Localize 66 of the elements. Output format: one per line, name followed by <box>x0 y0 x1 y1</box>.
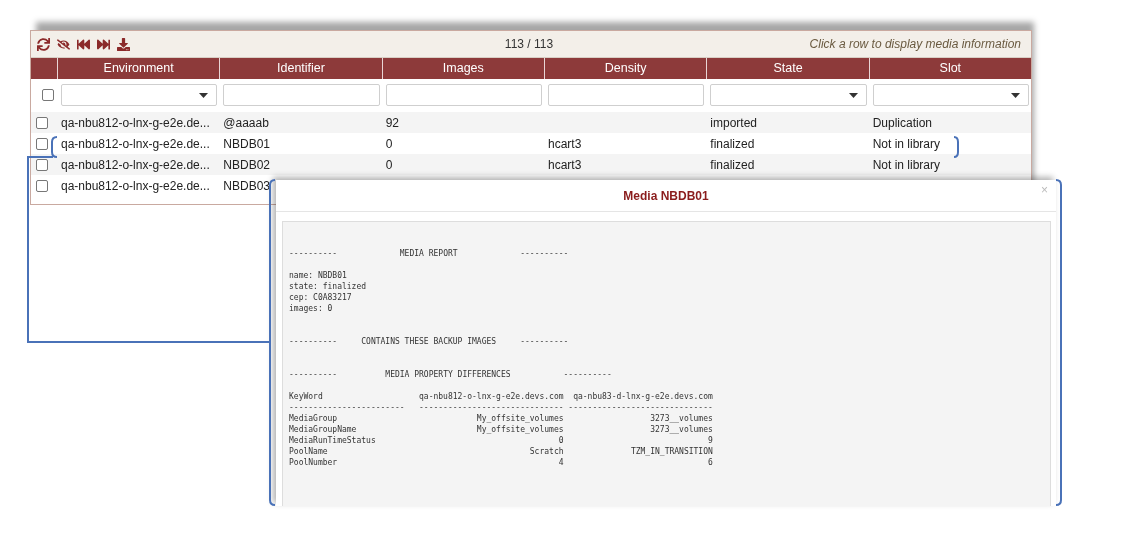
dialog-title: Media NBDB01 <box>623 188 709 203</box>
filter-field[interactable] <box>548 84 705 106</box>
hint-text: Click a row to display media information <box>809 37 1021 51</box>
report-cell: 3273__volumes <box>650 413 713 424</box>
filter-field[interactable] <box>223 84 380 106</box>
table-cell: 0 <box>381 154 544 175</box>
report-line: cep: C0A83217 <box>289 292 353 303</box>
column-header[interactable]: State <box>706 58 869 79</box>
skip-forward-icon[interactable] <box>97 37 110 51</box>
report-cell-text: KeyWord <box>289 391 324 402</box>
column-header[interactable]: Density <box>544 58 707 79</box>
report-cell: qa-nbu83-d-lnx-g-e2e.devs.com <box>573 391 713 402</box>
report-line: name: NBDB01 <box>289 270 348 281</box>
refresh-icon[interactable] <box>37 37 50 51</box>
report-cell: 4 <box>558 457 564 468</box>
table-cell: Duplication <box>868 112 1031 133</box>
column-header[interactable]: Identifier <box>219 58 382 79</box>
filter-field[interactable] <box>385 84 542 106</box>
report-cell-text: MediaGroupName <box>289 424 358 435</box>
table-cell: finalized <box>706 154 869 175</box>
report-cell: ------------------------------ <box>419 402 564 413</box>
table-cell: qa-nbu812-o-lnx-g-e2e.de... <box>57 112 220 133</box>
skip-back-icon[interactable] <box>77 37 90 51</box>
report-cell: Scratch <box>529 446 564 457</box>
report-cell: ------------------------------ <box>568 402 713 413</box>
row-checkbox[interactable] <box>36 116 48 129</box>
caret-icon <box>199 92 209 98</box>
report-line: images: 0 <box>289 303 334 314</box>
report-heading: ---------- CONTAINS THESE BACKUP IMAGES ---------- <box>289 336 570 347</box>
row-checkbox[interactable] <box>36 137 48 150</box>
report-cell: TZM_IN_TRANSITION <box>630 446 713 457</box>
table-cell: NBDB02 <box>219 154 382 175</box>
column-header <box>31 58 57 79</box>
table-cell: qa-nbu812-o-lnx-g-e2e.de... <box>57 154 220 175</box>
report-cell-text: MediaGroup <box>289 413 339 424</box>
report-line: state: finalized <box>289 281 368 292</box>
row-checkbox[interactable] <box>36 179 48 192</box>
report-cell: qa-nbu812-o-lnx-g-e2e.devs.com <box>419 391 564 402</box>
report-cell-text: ------------------------ <box>289 402 406 413</box>
table-cell: 92 <box>381 112 544 133</box>
caret-icon <box>848 92 858 98</box>
column-header[interactable]: Images <box>381 58 544 79</box>
row-count: 113 / 113 <box>504 37 554 51</box>
row-checkbox[interactable] <box>36 158 48 171</box>
report-cell: My_offsite_volumes <box>476 413 564 424</box>
table-cell: Not in library <box>868 154 1031 175</box>
report-cell-text: PoolName <box>289 446 329 457</box>
report-heading: ---------- MEDIA REPORT ---------- <box>289 248 570 259</box>
eye-slash-icon[interactable] <box>57 37 70 51</box>
column-header[interactable]: Slot <box>868 58 1031 79</box>
table-cell: imported <box>706 112 869 133</box>
report-cell: 3273__volumes <box>650 424 713 435</box>
report-cell-text: MediaRunTimeStatus <box>289 435 377 446</box>
report-cell: 0 <box>558 435 564 446</box>
table-cell: @aaaab <box>219 112 382 133</box>
report-heading: ---------- MEDIA PROPERTY DIFFERENCES ---------- <box>289 369 613 380</box>
report-cell: 6 <box>708 457 713 468</box>
select-all-checkbox[interactable] <box>42 89 54 101</box>
caret-icon <box>1011 92 1020 98</box>
report-cell: My_offsite_volumes <box>476 424 564 435</box>
report-cell-text: PoolNumber <box>289 457 339 468</box>
column-header[interactable]: Environment <box>57 58 220 79</box>
table-cell: hcart3 <box>544 154 707 175</box>
report-cell: 9 <box>708 435 713 446</box>
download-icon[interactable] <box>117 37 130 51</box>
row-bracket-drawing <box>953 136 959 158</box>
